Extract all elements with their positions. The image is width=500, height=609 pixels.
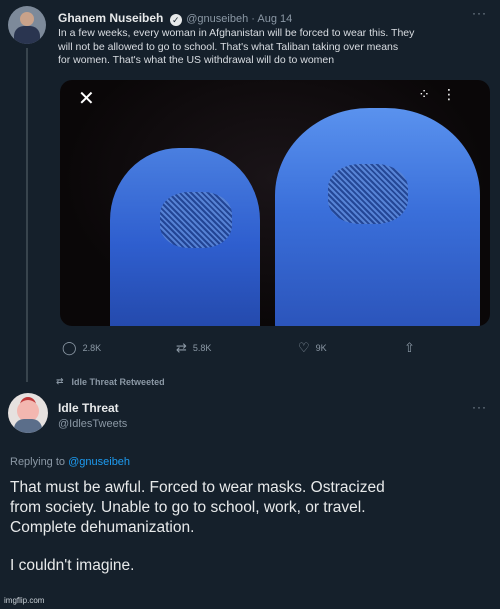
retweet-button[interactable]: ⇄ 5.8K (176, 340, 211, 356)
retweet-count: 5.8K (192, 343, 212, 353)
more-icon[interactable]: ⋮ (442, 86, 468, 102)
author-name[interactable]: Ghanem Nuseibeh (58, 11, 163, 25)
author-handle-date[interactable]: @gnuseibeh · Aug 14 (186, 13, 292, 25)
tweet1-text: In a few weeks, every woman in Afghanist… (58, 27, 490, 68)
tweet-text-line: will not be allowed to go to school. Tha… (58, 40, 399, 53)
photo-mesh-left (160, 192, 232, 248)
thread-line (26, 48, 28, 382)
retweeted-notice[interactable]: ⇄ Idle Threat Retweeted (56, 376, 165, 387)
retweeted-label: Idle Threat Retweeted (71, 376, 165, 387)
tweet-more-button[interactable]: ··· (472, 400, 487, 414)
share-icon: ⇧ (404, 340, 415, 355)
media-toolbar: ⁘⋮ (418, 86, 468, 103)
author-avatar[interactable] (8, 6, 46, 44)
like-button[interactable]: ♡ 9K (298, 340, 327, 356)
verified-badge-icon: ✓ (169, 14, 182, 26)
reply-count: 2.8K (82, 343, 102, 353)
author-avatar[interactable] (8, 393, 48, 433)
tweet2-text: That must be awful. Forced to wear masks… (10, 478, 490, 576)
author-name[interactable]: Idle Threat (58, 401, 127, 415)
author-handle[interactable]: @IdlesTweets (58, 418, 127, 430)
retweet-icon: ⇄ (176, 340, 187, 355)
tweet-text-line: for women. That's what the US withdrawal… (58, 54, 335, 66)
tweet2-header: Idle Threat @IdlesTweets (58, 401, 127, 430)
replying-to: Replying to @gnuseibeh (10, 456, 130, 468)
photo-mesh-right (328, 164, 408, 224)
tweet-text-line: In a few weeks, every woman in Afghanist… (58, 27, 415, 39)
like-count: 9K (315, 343, 327, 353)
retweet-icon: ⇄ (56, 376, 64, 386)
share-button[interactable]: ⇧ (404, 340, 415, 356)
tweet-more-button[interactable]: ··· (472, 6, 487, 20)
replying-to-link[interactable]: @gnuseibeh (68, 456, 130, 468)
heart-icon: ♡ (298, 340, 310, 355)
tweet-photo[interactable]: ✕ ⁘⋮ (60, 80, 490, 326)
tweet-text-line: Complete dehumanization. (10, 519, 195, 536)
tweet-text-line: That must be awful. Forced to wear masks… (10, 479, 385, 496)
watermark: imgflip.com (4, 596, 45, 605)
reply-button[interactable]: ◯ 2.8K (62, 340, 101, 356)
tweet1-header: Ghanem Nuseibeh ✓ @gnuseibeh · Aug 14 (58, 9, 292, 27)
tweet-text-line: from society. Unable to go to school, wo… (10, 499, 366, 516)
media-scan-icon[interactable]: ⁘ (418, 86, 442, 102)
reply-icon: ◯ (62, 340, 77, 355)
tweet-text-line: I couldn't imagine. (10, 557, 135, 574)
close-icon[interactable]: ✕ (78, 86, 95, 111)
replying-prefix: Replying to (10, 456, 66, 468)
